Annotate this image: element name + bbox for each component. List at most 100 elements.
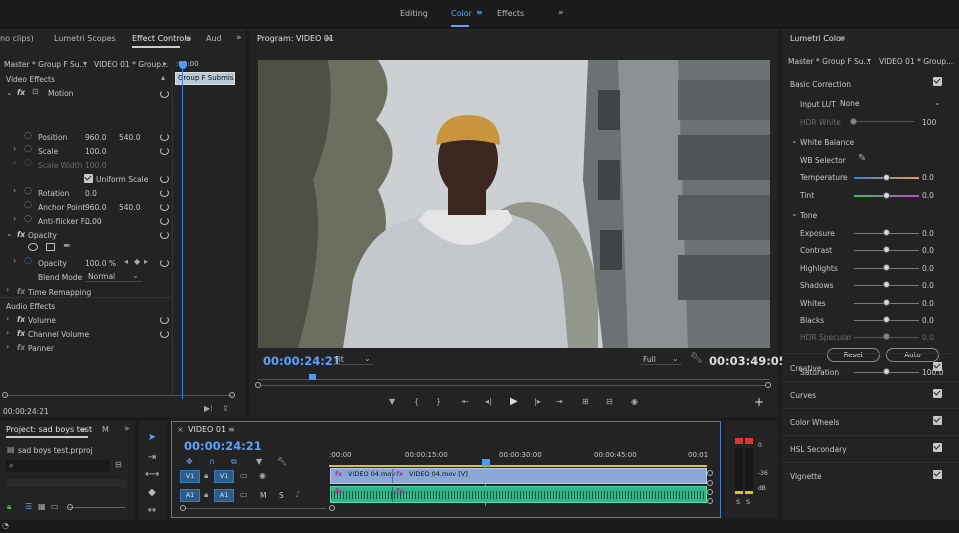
chevron-down-icon[interactable]: ⌄: [791, 137, 798, 145]
prev-keyframe-icon[interactable]: ◂: [124, 258, 128, 266]
workspace-tab-color[interactable]: Color: [451, 9, 472, 18]
reset-icon[interactable]: [160, 231, 169, 239]
program-title[interactable]: Program: VIDEO 01: [257, 34, 334, 43]
zoom-handle-right[interactable]: [229, 392, 235, 398]
blacks-value[interactable]: 0.0: [922, 316, 934, 325]
hdr-white-value[interactable]: 100: [922, 118, 936, 127]
status-icon[interactable]: ◔: [2, 522, 9, 530]
zoom-select[interactable]: Fit ⌄: [332, 353, 374, 365]
master-clip-label[interactable]: Master * Group F Su...: [4, 60, 87, 69]
section-color-wheels[interactable]: Color Wheels: [782, 409, 959, 436]
tab-lumetri-scopes[interactable]: Lumetri Scopes: [54, 34, 116, 43]
expand-chevron-icon[interactable]: ›: [6, 286, 9, 294]
close-icon[interactable]: ×: [177, 426, 184, 434]
expand-chevron-icon[interactable]: ›: [13, 145, 16, 153]
track-height-handle[interactable]: [707, 498, 713, 504]
more-tabs-icon[interactable]: »: [124, 424, 130, 434]
lift-icon[interactable]: ⊞: [582, 398, 589, 406]
slider-knob[interactable]: [883, 299, 890, 306]
chevron-up-icon[interactable]: ▴: [161, 74, 165, 82]
ellipse-mask-icon[interactable]: [28, 243, 38, 251]
slider-knob[interactable]: [883, 316, 890, 323]
time-ruler[interactable]: [258, 372, 770, 380]
stopwatch-icon[interactable]: ◌: [24, 132, 32, 141]
fx-icon[interactable]: fx: [17, 88, 25, 97]
chevron-down-icon[interactable]: ▾: [867, 57, 871, 65]
pen-mask-icon[interactable]: ✒: [63, 242, 71, 252]
extract-icon[interactable]: ⊟: [606, 398, 613, 406]
step-forward-icon[interactable]: |▸: [534, 398, 541, 406]
list-view-icon[interactable]: ☰: [25, 503, 32, 511]
reset-icon[interactable]: [160, 330, 169, 338]
export-frame-icon[interactable]: ◉: [631, 398, 638, 406]
video-clip[interactable]: fx VIDEO 04.mov fx VIDEO 04.mov [V]: [330, 468, 707, 484]
section-vignette[interactable]: Vignette: [782, 463, 959, 490]
zoom-scrollbar[interactable]: [5, 395, 233, 396]
go-to-in-icon[interactable]: ⇤: [462, 398, 469, 406]
section-checkbox[interactable]: [933, 443, 942, 452]
new-bin-icon[interactable]: ⊟: [115, 461, 122, 469]
scale-value[interactable]: 100.0: [85, 147, 106, 156]
program-timecode[interactable]: 00:00:24:21: [263, 354, 341, 368]
go-to-out-icon[interactable]: ⇥: [556, 398, 563, 406]
next-keyframe-icon[interactable]: ▸: [144, 258, 148, 266]
blend-mode-select[interactable]: Normal ⌄: [85, 270, 142, 282]
chevron-down-icon[interactable]: ⌄: [6, 89, 13, 97]
anchor-x-value[interactable]: 960.0: [85, 203, 106, 212]
wrench-icon[interactable]: 🔧︎: [277, 458, 287, 466]
stopwatch-icon[interactable]: ◌: [24, 159, 32, 168]
stopwatch-icon[interactable]: ◌: [24, 215, 32, 224]
add-button-icon[interactable]: +: [754, 396, 764, 408]
tab-audio[interactable]: Aud: [206, 34, 222, 43]
track-v1-button[interactable]: V1: [214, 470, 234, 483]
sync-lock-icon[interactable]: ▭: [240, 472, 248, 480]
filter-icon[interactable]: ▶⁞: [204, 405, 213, 413]
master-clip-label[interactable]: Master * Group F Su...: [788, 57, 871, 66]
fx-icon[interactable]: fx: [17, 315, 25, 324]
lock-icon[interactable]: 🔒︎: [204, 472, 208, 480]
workspace-tab-editing[interactable]: Editing: [400, 9, 428, 18]
reset-icon[interactable]: [160, 175, 169, 183]
highlights-value[interactable]: 0.0: [922, 264, 934, 273]
expand-chevron-icon[interactable]: ›: [6, 329, 9, 337]
tab-source[interactable]: no clips): [0, 34, 34, 43]
contrast-value[interactable]: 0.0: [922, 246, 934, 255]
ripple-edit-tool-icon[interactable]: ⟷: [145, 469, 159, 480]
expand-chevron-icon[interactable]: ›: [13, 257, 16, 265]
hdr-white-slider[interactable]: [854, 121, 914, 122]
slider-knob[interactable]: [883, 333, 890, 340]
clip-indicator-right[interactable]: [745, 438, 753, 444]
track-height-handle[interactable]: [707, 470, 713, 476]
playhead-handle[interactable]: [482, 459, 490, 466]
slider-knob[interactable]: [850, 118, 857, 125]
sync-lock-icon[interactable]: ▭: [240, 491, 248, 499]
reset-icon[interactable]: [160, 147, 169, 155]
slider-knob[interactable]: [67, 504, 73, 510]
slider-knob[interactable]: [883, 246, 890, 253]
basic-correction-checkbox[interactable]: [933, 77, 942, 86]
reset-icon[interactable]: [160, 189, 169, 197]
expand-chevron-icon[interactable]: ›: [6, 315, 9, 323]
slider-knob[interactable]: [883, 174, 890, 181]
fx-icon[interactable]: fx: [17, 230, 25, 239]
track-height-handle[interactable]: [707, 489, 713, 495]
play-only-icon[interactable]: ▸: [163, 60, 167, 68]
lock-icon[interactable]: 🔒︎: [7, 503, 11, 511]
quality-select[interactable]: Full ⌄: [640, 353, 682, 365]
slider-knob[interactable]: [883, 229, 890, 236]
slider-knob[interactable]: [883, 281, 890, 288]
mute-button[interactable]: M: [260, 491, 266, 500]
zoom-slider[interactable]: [70, 507, 125, 508]
motion-transform-icon[interactable]: ⊡: [32, 88, 39, 96]
tint-value[interactable]: 0.0: [922, 191, 934, 200]
eye-icon[interactable]: ◉: [259, 472, 266, 480]
lumetri-title[interactable]: Lumetri Color: [790, 34, 844, 43]
anti-flicker-value[interactable]: 0.00: [85, 217, 102, 226]
stopwatch-icon[interactable]: ◌: [24, 201, 32, 210]
menu-icon[interactable]: ≡: [185, 35, 192, 43]
reset-icon[interactable]: [160, 217, 169, 225]
section-checkbox[interactable]: [933, 362, 942, 371]
zoom-handle-left[interactable]: [2, 392, 8, 398]
chevron-down-icon[interactable]: ▾: [83, 60, 87, 68]
section-creative[interactable]: Creative: [782, 355, 959, 382]
